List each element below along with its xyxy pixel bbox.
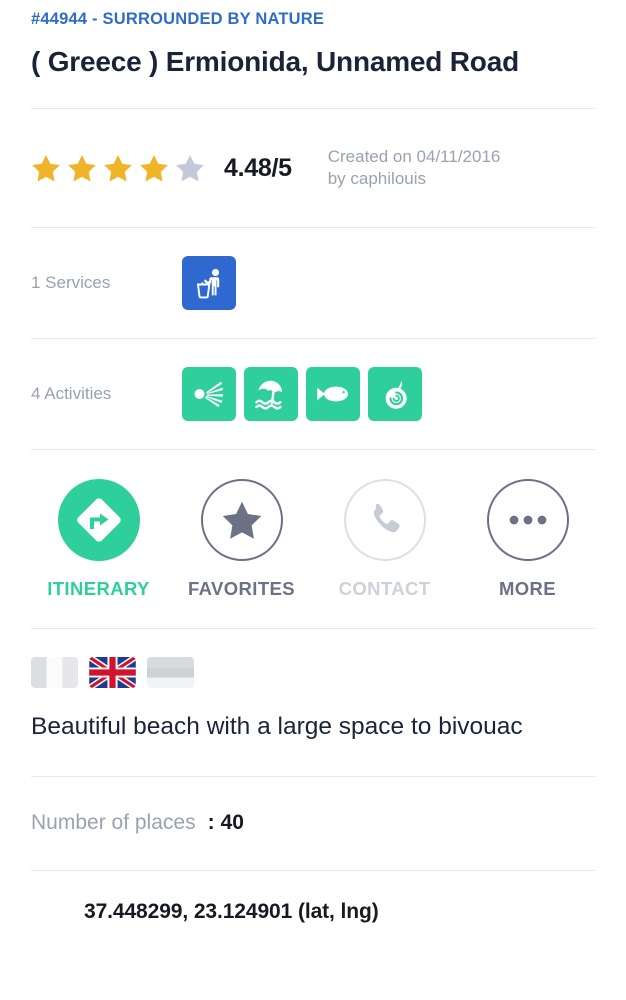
litter-disposal-icon — [196, 268, 220, 299]
rating-row: 4.48/5 Created on 04/11/2016 by caphilou… — [0, 109, 626, 227]
description-block: Beautiful beach with a large space to bi… — [0, 688, 626, 776]
services-label: 1 Services — [31, 273, 111, 292]
created-info: Created on 04/11/2016 by caphilouis — [327, 146, 501, 188]
activity-tile-shells[interactable] — [368, 367, 422, 421]
flag-germany-icon — [147, 657, 194, 688]
coordinates-row: 37.448299, 23.124901 (lat, lng) — [0, 871, 626, 953]
star-icon — [140, 155, 168, 182]
flag-united-kingdom-icon — [89, 657, 136, 688]
action-button-contact[interactable]: CONTACT — [313, 478, 456, 600]
services-row: 1 Services — [0, 228, 626, 338]
star-icon — [68, 155, 96, 182]
action-button-more[interactable]: MORE — [456, 478, 599, 600]
language-flag-gb[interactable] — [89, 657, 136, 688]
activities-row: 4 Activities — [0, 339, 626, 449]
services-list — [182, 256, 236, 310]
more-circle — [486, 478, 569, 561]
coordinates-text: 37.448299, 23.124901 (lat, lng) — [84, 899, 379, 923]
beach-umbrella-waves-icon — [255, 380, 283, 410]
place-detail-page: #44944 - SURROUNDED BY NATURE ( Greece )… — [0, 0, 626, 1000]
places-label: Number of places — [31, 811, 196, 835]
action-label-contact: CONTACT — [338, 577, 431, 599]
place-reference: #44944 - SURROUNDED BY NATURE — [31, 10, 325, 28]
language-flag-de[interactable] — [147, 657, 194, 688]
language-selector — [0, 629, 626, 688]
activities-list — [182, 367, 422, 421]
header-block: #44944 - SURROUNDED BY NATURE ( Greece )… — [0, 0, 626, 78]
activity-tile-shellfish[interactable] — [182, 367, 236, 421]
activity-tile-fishing[interactable] — [306, 367, 360, 421]
rating-score: 4.48/5 — [224, 153, 292, 182]
fish-icon — [317, 386, 348, 402]
contact-circle — [343, 478, 426, 561]
turn-right-diamond-icon — [76, 497, 121, 542]
action-buttons: ITINERARY FAVORITES CONTACT MORE — [0, 450, 626, 628]
activity-tile-beach[interactable] — [244, 367, 298, 421]
language-flag-fr[interactable] — [31, 657, 78, 688]
action-label-itinerary: ITINERARY — [47, 577, 150, 599]
favorites-circle — [200, 478, 283, 561]
ellipsis-icon — [509, 515, 546, 524]
spiral-shell-icon — [385, 380, 407, 409]
flag-france-icon — [31, 657, 78, 688]
scallop-shell-icon — [194, 381, 224, 407]
action-label-more: MORE — [498, 577, 557, 599]
places-row: Number of places : 40 — [0, 777, 626, 870]
star-icon — [104, 155, 132, 182]
action-button-favorites[interactable]: FAVORITES — [170, 478, 313, 600]
page-title: ( Greece ) Ermionida, Unnamed Road — [31, 46, 519, 77]
activities-label: 4 Activities — [31, 384, 112, 403]
places-value: 40 — [220, 811, 244, 835]
star-icon — [32, 155, 60, 182]
action-button-itinerary[interactable]: ITINERARY — [27, 478, 170, 600]
star-icon — [222, 501, 261, 539]
description-text: Beautiful beach with a large space to bi… — [31, 713, 523, 740]
itinerary-circle — [57, 478, 140, 561]
star-icon-empty — [176, 155, 204, 182]
star-rating[interactable] — [31, 153, 205, 183]
action-label-favorites: FAVORITES — [187, 577, 296, 599]
places-separator: : — [207, 811, 215, 835]
phone-icon — [373, 503, 400, 532]
service-tile-trash[interactable] — [182, 256, 236, 310]
